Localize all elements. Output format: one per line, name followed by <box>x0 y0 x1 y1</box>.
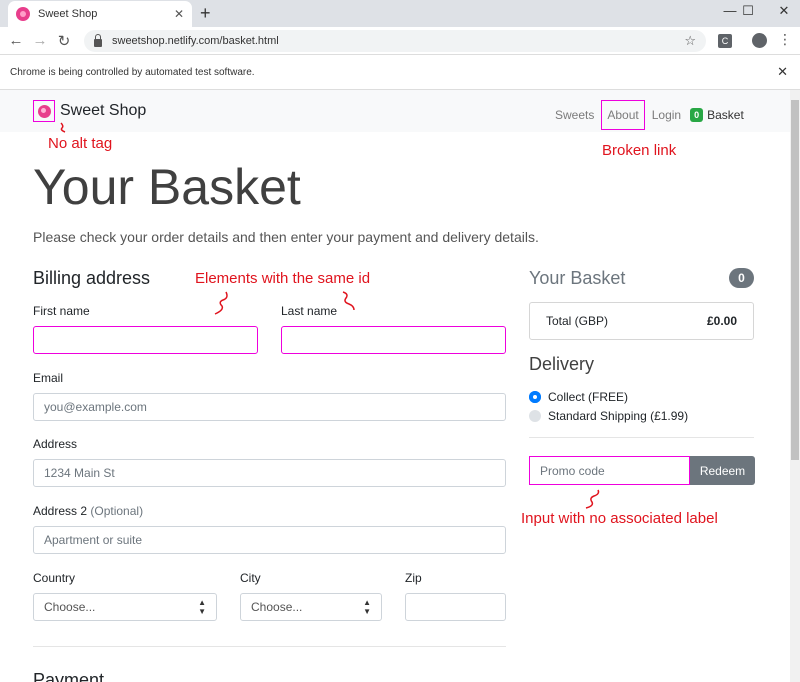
site-navbar: Sweet Shop Sweets About Login 0 Basket <box>0 90 790 132</box>
address-label: Address <box>33 437 78 451</box>
delivery-heading: Delivery <box>529 354 595 374</box>
last-name-input[interactable] <box>281 326 506 354</box>
total-label: Total (GBP) <box>546 314 609 328</box>
browser-tab[interactable]: Sweet Shop ✕ <box>8 1 192 27</box>
extension-icon[interactable]: C <box>718 34 732 48</box>
redeem-button[interactable]: Redeem <box>690 456 755 485</box>
back-arrow-icon[interactable]: ← <box>4 32 28 49</box>
delivery-option-label: Standard Shipping (£1.99) <box>548 409 689 423</box>
address2-label: Address 2 (Optional) <box>33 504 143 518</box>
annotation-same-id: Elements with the same id <box>195 270 371 287</box>
email-input[interactable]: you@example.com <box>33 393 506 421</box>
billing-heading: Billing address <box>33 268 151 288</box>
maximize-icon[interactable]: ☐ <box>730 0 766 27</box>
zip-input[interactable] <box>405 593 506 621</box>
bookmark-star-icon[interactable]: ☆ <box>684 33 696 49</box>
radio-selected-icon[interactable] <box>529 391 541 403</box>
annotation-squiggle <box>214 291 228 315</box>
zip-label: Zip <box>405 571 422 585</box>
annotation-no-alt: No alt tag <box>48 135 113 152</box>
forward-arrow-icon[interactable]: → <box>28 32 52 49</box>
annotation-squiggle <box>60 122 66 133</box>
brand-link[interactable]: Sweet Shop <box>33 100 146 122</box>
select-caret-icon: ▲ ▼ <box>363 598 371 616</box>
address2-placeholder: Apartment or suite <box>44 533 143 547</box>
basket-total-box: Total (GBP) £0.00 <box>529 302 754 340</box>
annotation-squiggle <box>585 489 600 509</box>
profile-avatar-icon[interactable] <box>752 33 767 48</box>
address-placeholder: 1234 Main St <box>44 466 115 480</box>
email-label: Email <box>33 371 64 385</box>
basket-heading: Your Basket <box>529 268 626 288</box>
basket-link-label: Basket <box>707 108 744 122</box>
delivery-option-collect[interactable]: Collect (FREE) <box>529 390 628 404</box>
promo-code-input[interactable]: Promo code <box>529 456 690 485</box>
radio-unselected-icon[interactable] <box>529 410 541 422</box>
reload-icon[interactable]: ↻ <box>52 32 76 50</box>
page-title: Your Basket <box>33 159 301 215</box>
nav-link-about[interactable]: About <box>601 100 645 130</box>
browser-menu-icon[interactable]: ⋮ <box>778 31 792 48</box>
divider <box>529 437 754 438</box>
annotation-no-label: Input with no associated label <box>521 510 718 527</box>
address-bar[interactable]: sweetshop.netlify.com/basket.html ☆ <box>84 30 706 52</box>
annotation-broken-link: Broken link <box>602 142 677 159</box>
url-text: sweetshop.netlify.com/basket.html <box>112 35 279 47</box>
infobar-text: Chrome is being controlled by automated … <box>10 66 255 78</box>
optional-hint: (Optional) <box>90 504 144 518</box>
city-label: City <box>240 571 261 585</box>
lock-icon <box>94 34 102 47</box>
divider <box>33 646 506 647</box>
last-name-label: Last name <box>281 304 338 318</box>
nav-link-sweets[interactable]: Sweets <box>550 108 599 122</box>
address2-input[interactable]: Apartment or suite <box>33 526 506 554</box>
new-tab-button[interactable]: + <box>200 3 211 24</box>
window-close-icon[interactable]: ✕ <box>766 0 800 27</box>
tab-close-icon[interactable]: ✕ <box>174 7 184 21</box>
country-select[interactable]: Choose... ▲ ▼ <box>33 593 217 621</box>
candy-favicon-icon <box>16 7 30 21</box>
total-value: £0.00 <box>706 314 737 328</box>
infobar-close-icon[interactable]: ✕ <box>777 64 788 80</box>
automation-infobar: Chrome is being controlled by automated … <box>0 54 800 90</box>
delivery-option-label: Collect (FREE) <box>548 390 629 404</box>
payment-heading: Payment <box>33 670 105 682</box>
logo-image <box>33 100 55 122</box>
tab-strip: Sweet Shop ✕ + — ☐ ✕ <box>0 0 800 27</box>
address-input[interactable]: 1234 Main St <box>33 459 506 487</box>
city-select[interactable]: Choose... ▲ ▼ <box>240 593 382 621</box>
select-caret-icon: ▲ ▼ <box>198 598 206 616</box>
country-label: Country <box>33 571 76 585</box>
nav-link-basket[interactable]: 0 Basket <box>690 108 744 122</box>
delivery-option-standard[interactable]: Standard Shipping (£1.99) <box>529 409 688 423</box>
page-lead: Please check your order details and then… <box>33 229 539 245</box>
basket-count-badge: 0 <box>690 108 704 122</box>
promo-placeholder: Promo code <box>540 463 605 478</box>
city-value: Choose... <box>251 600 303 614</box>
email-placeholder: you@example.com <box>44 400 147 414</box>
nav-link-login[interactable]: Login <box>647 108 686 122</box>
browser-toolbar: ← → ↻ sweetshop.netlify.com/basket.html … <box>0 27 800 54</box>
tab-title: Sweet Shop <box>38 8 98 20</box>
first-name-input[interactable] <box>33 326 258 354</box>
annotation-squiggle <box>342 291 355 311</box>
basket-item-count-badge: 0 <box>729 268 754 288</box>
page-scrollbar[interactable] <box>790 90 800 682</box>
scrollbar-thumb[interactable] <box>791 100 799 460</box>
brand-name: Sweet Shop <box>60 102 147 119</box>
address2-label-text: Address 2 <box>33 504 88 518</box>
country-value: Choose... <box>44 600 96 614</box>
candy-icon <box>38 105 51 118</box>
page-viewport: Sweet Shop Sweets About Login 0 Basket N… <box>0 90 790 682</box>
nav-links: Sweets About Login 0 Basket <box>550 100 744 130</box>
first-name-label: First name <box>33 304 90 318</box>
